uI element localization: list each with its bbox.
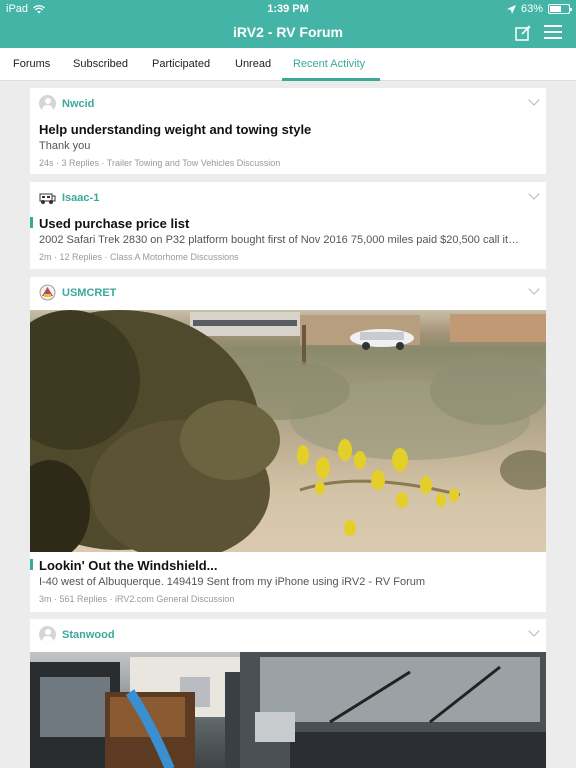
- post-card[interactable]: Isaac-1 Used purchase price list 2002 Sa…: [30, 182, 546, 269]
- post-username[interactable]: Nwcid: [62, 98, 94, 110]
- post-title[interactable]: Help understanding weight and towing sty…: [39, 122, 311, 137]
- post-title[interactable]: Used purchase price list: [39, 216, 189, 231]
- post-excerpt: Thank you: [39, 140, 91, 152]
- default-avatar-icon: [39, 626, 56, 643]
- post-header: Isaac-1: [39, 189, 99, 206]
- post-username[interactable]: Isaac-1: [62, 192, 99, 204]
- location-arrow-icon: [506, 4, 516, 14]
- rv-front-photo: [30, 652, 546, 768]
- chevron-down-icon[interactable]: [528, 188, 540, 200]
- post-card[interactable]: Nwcid Help understanding weight and towi…: [30, 88, 546, 174]
- post-header: USMCRET: [39, 284, 116, 301]
- tab-bar: Forums Subscribed Participated Unread Re…: [0, 48, 576, 81]
- battery-level-fill: [550, 6, 562, 12]
- chevron-down-icon[interactable]: [528, 625, 540, 637]
- post-excerpt: 2002 Safari Trek 2830 on P32 platform bo…: [39, 234, 520, 246]
- tab-participated[interactable]: Participated: [152, 58, 210, 70]
- default-avatar-icon: [39, 95, 56, 112]
- menu-icon[interactable]: [544, 25, 562, 41]
- battery-icon: [548, 4, 572, 14]
- compose-icon[interactable]: [514, 24, 532, 42]
- status-right-group: 63%: [506, 3, 572, 15]
- tab-forums[interactable]: Forums: [13, 58, 50, 70]
- post-photo[interactable]: [30, 310, 546, 552]
- status-bar: iPad 1:39 PM 63%: [0, 0, 576, 18]
- chevron-down-icon[interactable]: [528, 94, 540, 106]
- post-title[interactable]: Lookin' Out the Windshield...: [39, 558, 217, 573]
- post-card[interactable]: USMCRET Lookin' Out the Windshield... I-…: [30, 277, 546, 612]
- clock: 1:39 PM: [267, 3, 309, 15]
- navigation-bar: iRV2 - RV Forum: [0, 18, 576, 48]
- post-username[interactable]: Stanwood: [62, 629, 115, 641]
- tab-unread[interactable]: Unread: [235, 58, 271, 70]
- rv-avatar-icon: [39, 193, 56, 204]
- post-photo[interactable]: [30, 652, 546, 768]
- app-title: iRV2 - RV Forum: [233, 24, 343, 40]
- desert-windshield-photo: [30, 310, 546, 552]
- tab-recent-activity[interactable]: Recent Activity: [293, 58, 365, 70]
- battery-percent: 63%: [520, 3, 543, 15]
- post-header: Stanwood: [39, 626, 115, 643]
- post-card[interactable]: Stanwood: [30, 619, 546, 768]
- post-meta: 3m · 561 Replies · iRV2.com General Disc…: [39, 594, 235, 604]
- post-meta: 24s · 3 Replies · Trailer Towing and Tow…: [39, 158, 281, 168]
- emblem-avatar-icon: [39, 284, 56, 301]
- post-meta: 2m · 12 Replies · Class A Motorhome Disc…: [39, 252, 239, 262]
- unread-indicator: [30, 217, 33, 228]
- unread-indicator: [30, 559, 33, 570]
- active-tab-indicator: [282, 78, 380, 81]
- post-username[interactable]: USMCRET: [62, 287, 116, 299]
- post-excerpt: I-40 west of Albuquerque. 149419 Sent fr…: [39, 576, 426, 588]
- post-header: Nwcid: [39, 95, 94, 112]
- chevron-down-icon[interactable]: [528, 283, 540, 295]
- tab-subscribed[interactable]: Subscribed: [73, 58, 128, 70]
